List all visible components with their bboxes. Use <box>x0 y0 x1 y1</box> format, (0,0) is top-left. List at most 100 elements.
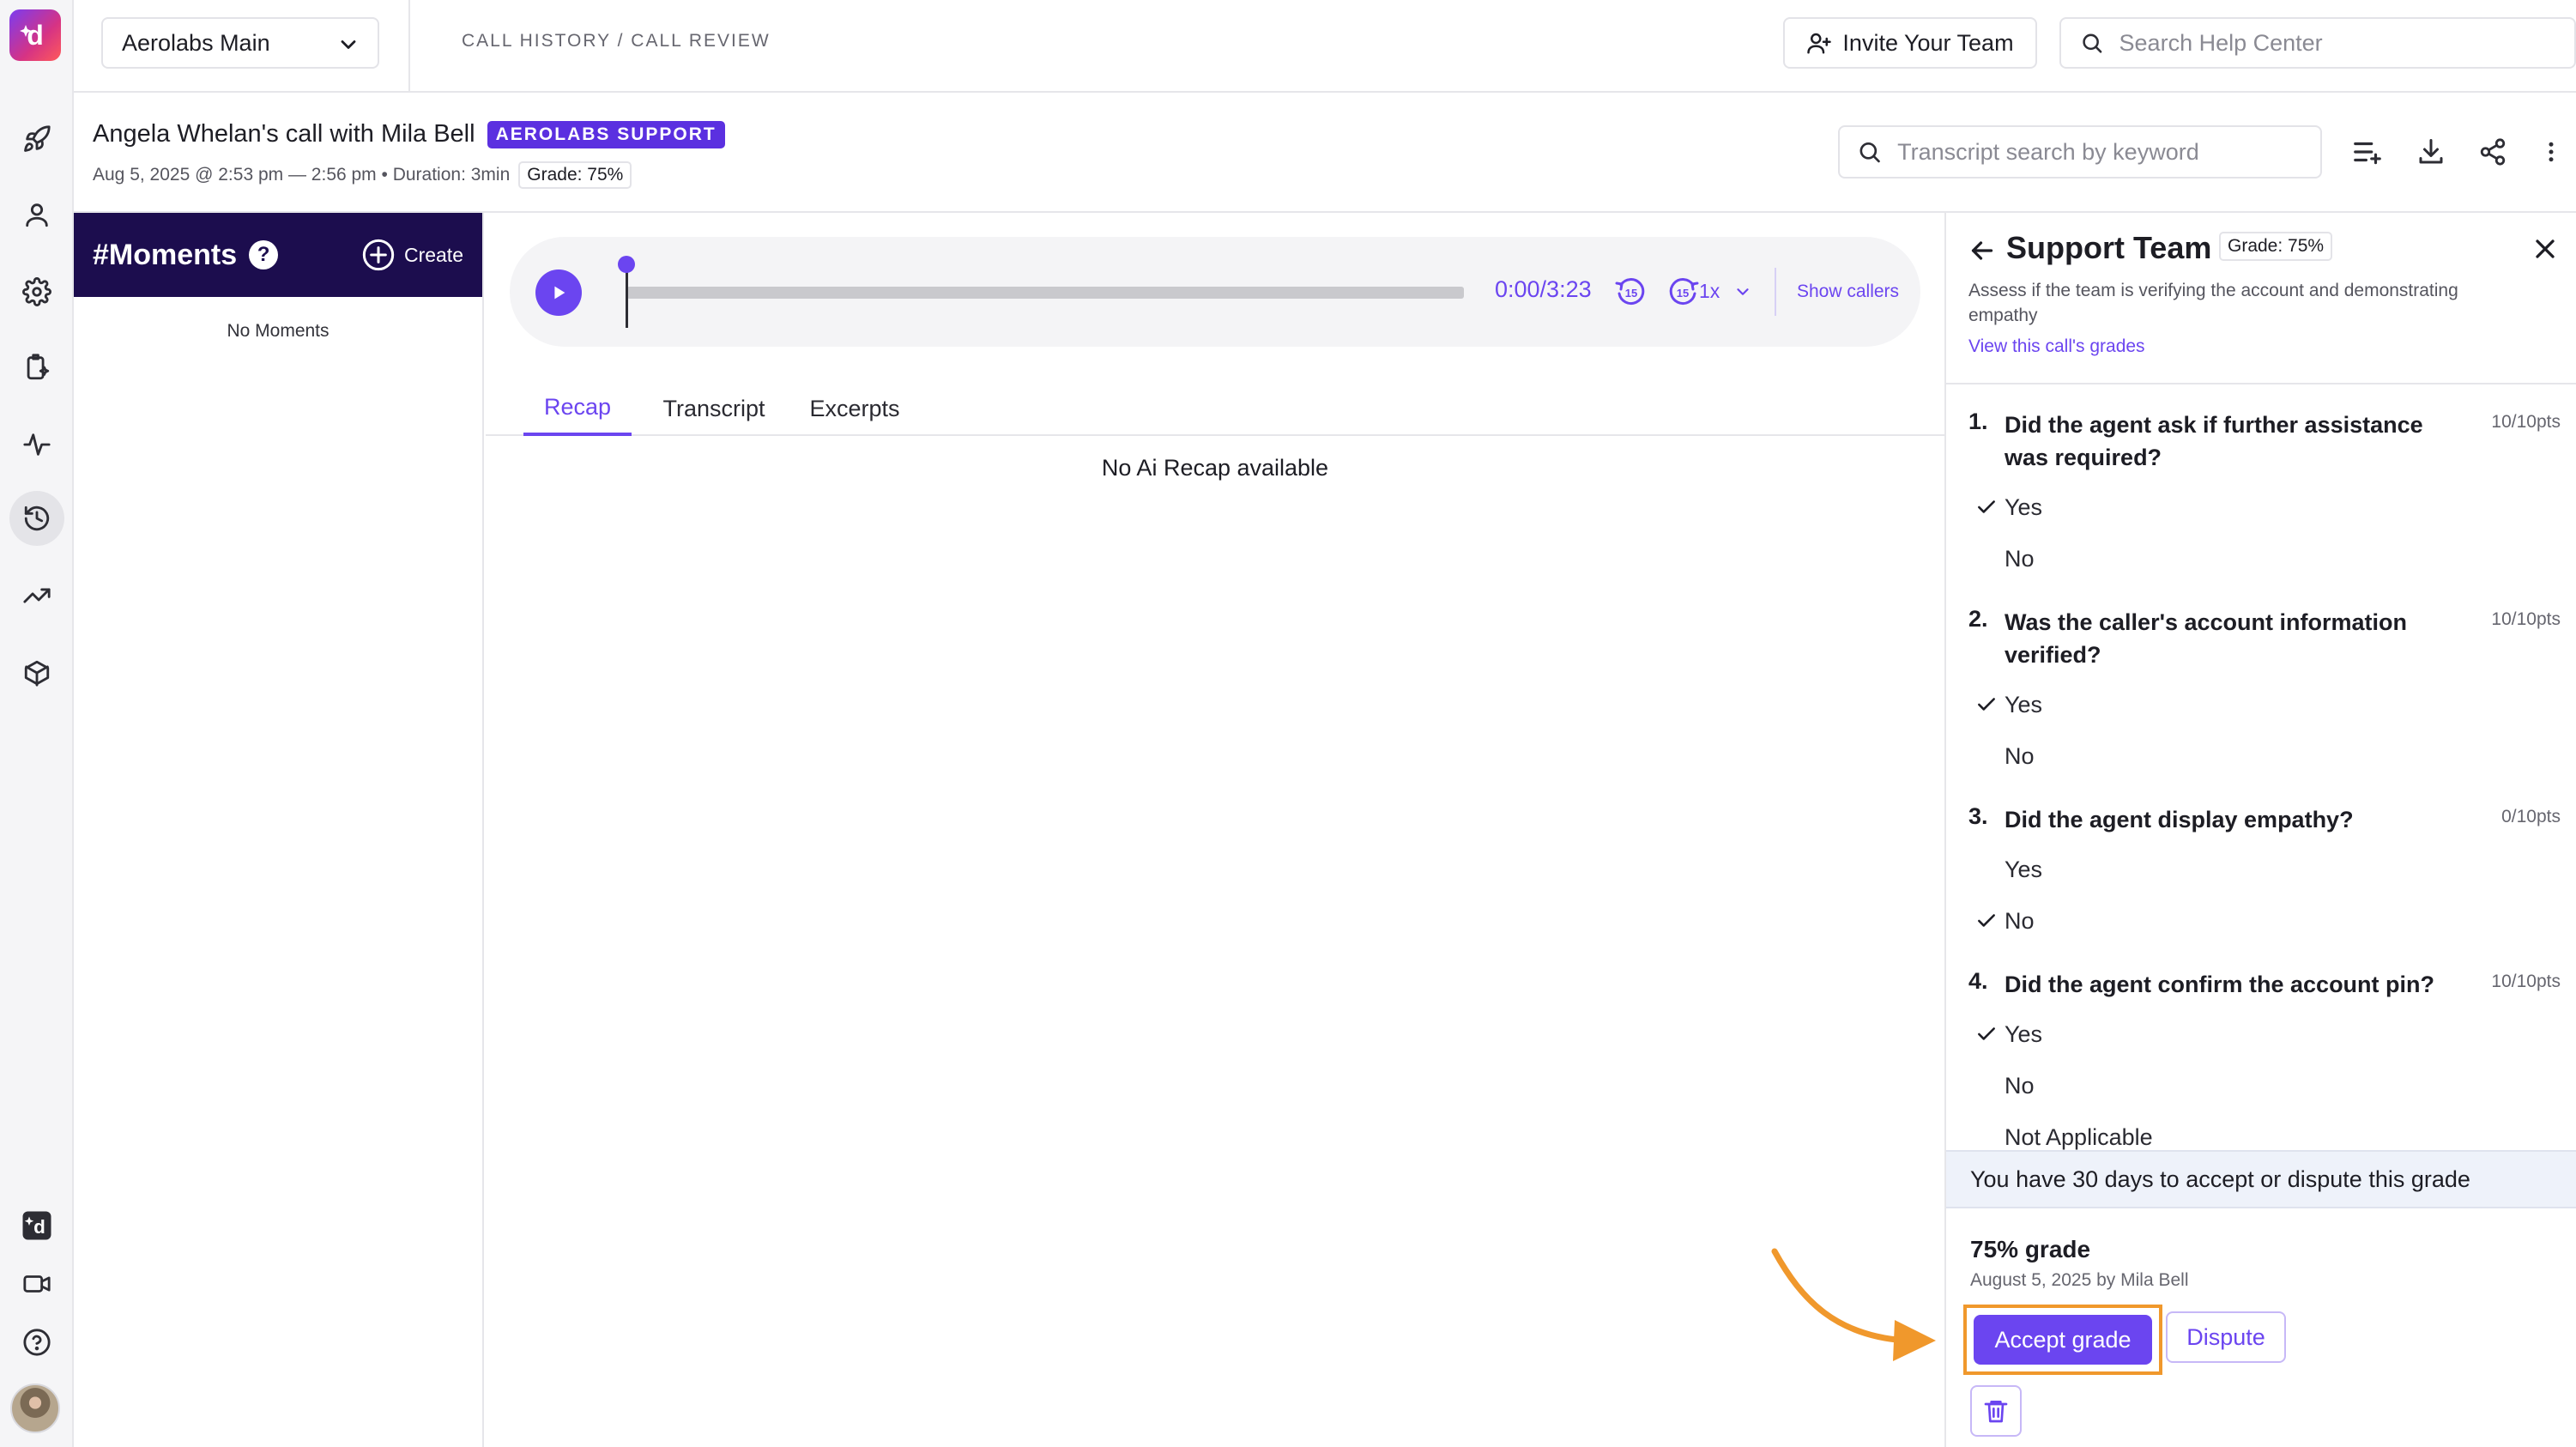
show-callers-link[interactable]: Show callers <box>1797 282 1899 302</box>
rocket-icon[interactable] <box>18 120 56 158</box>
help-search <box>2059 17 2576 69</box>
main-content: 0:00/3:23 15 15 1x Show callers Recap Tr… <box>486 213 1944 1447</box>
create-moment-label: Create <box>403 243 463 266</box>
question-points: 10/10pts <box>2491 609 2561 629</box>
create-moment-button[interactable]: Create <box>361 238 463 272</box>
user-icon[interactable] <box>18 196 56 233</box>
tab-excerpts[interactable]: Excerpts <box>793 381 916 436</box>
search-icon <box>2083 33 2102 53</box>
question-number: 1. <box>1968 409 1988 434</box>
delete-button[interactable] <box>1970 1385 2022 1437</box>
question-number: 4. <box>1968 968 1988 994</box>
question-points: 0/10pts <box>2501 807 2561 826</box>
chevron-down-icon <box>341 40 356 49</box>
divider <box>408 0 410 93</box>
scorecard-title: Support Team <box>2006 230 2212 265</box>
check-icon <box>1978 914 1995 927</box>
call-meta-text: Aug 5, 2025 @ 2:53 pm — 2:56 pm • Durati… <box>93 165 511 185</box>
search-icon <box>1859 142 1880 163</box>
share-icon[interactable] <box>2473 132 2513 172</box>
call-header: Angela Whelan's call with Mila Bell AERO… <box>74 93 2576 213</box>
tab-recap[interactable]: Recap <box>523 381 632 436</box>
option-yes[interactable]: Yes <box>2005 1021 2042 1048</box>
check-icon <box>1978 698 1995 711</box>
dialpad-icon[interactable]: d <box>18 1207 56 1244</box>
package-icon[interactable] <box>18 654 56 692</box>
avatar[interactable] <box>10 1383 60 1433</box>
transcript-search-input[interactable] <box>1897 138 2303 166</box>
option-no[interactable]: No <box>2005 546 2035 572</box>
option-no[interactable]: No <box>2005 1073 2035 1099</box>
invite-team-button[interactable]: Invite Your Team <box>1783 17 2037 69</box>
question-number: 2. <box>1968 606 1988 632</box>
call-meta: Aug 5, 2025 @ 2:53 pm — 2:56 pm • Durati… <box>93 161 632 189</box>
accept-grade-button[interactable]: Accept grade <box>1974 1315 2152 1365</box>
help-icon[interactable] <box>18 1323 56 1361</box>
question-points: 10/10pts <box>2491 972 2561 991</box>
option-yes[interactable]: Yes <box>2005 857 2042 883</box>
question-number: 3. <box>1968 803 1988 829</box>
dispute-button[interactable]: Dispute <box>2166 1311 2286 1363</box>
nav-rail: d d <box>0 0 74 1447</box>
add-to-playlist-icon[interactable] <box>2348 132 2387 172</box>
playback-time: 0:00/3:23 <box>1495 276 1592 302</box>
question-text: Was the caller's account information ver… <box>2005 609 2408 668</box>
question-text: Did the agent display empathy? <box>2005 807 2354 832</box>
call-title: Angela Whelan's call with Mila Bell <box>93 120 475 148</box>
call-grade-badge: Grade: 75% <box>518 161 632 189</box>
history-icon[interactable] <box>9 491 64 546</box>
team-tag[interactable]: AEROLABS SUPPORT <box>487 120 725 148</box>
activity-icon[interactable] <box>18 426 56 463</box>
transcript-search <box>1838 125 2322 179</box>
trash-icon <box>1984 1401 2008 1423</box>
logo-icon[interactable]: d <box>9 9 61 61</box>
breadcrumb: CALL HISTORY / CALL REVIEW <box>462 31 771 51</box>
more-options-icon[interactable] <box>2531 132 2571 172</box>
check-icon <box>1978 1027 1995 1040</box>
svg-text:d: d <box>33 1216 45 1238</box>
check-icon <box>1978 500 1995 513</box>
skip-back-seconds: 15 <box>1625 287 1637 300</box>
question-text: Did the agent confirm the account pin? <box>2005 972 2435 997</box>
speed-value: 1x <box>1699 280 1720 302</box>
moments-empty: No Moments <box>227 321 330 341</box>
option-no[interactable]: No <box>2005 743 2035 770</box>
arrow-left-icon[interactable] <box>1967 235 1998 266</box>
close-icon[interactable] <box>2530 233 2561 264</box>
accept-highlight: Accept grade <box>1963 1305 2162 1375</box>
moments-title: #Moments <box>93 238 238 271</box>
skip-back-icon[interactable]: 15 <box>1613 275 1648 309</box>
moments-panel: #Moments ? Create No Moments <box>74 213 484 1447</box>
svg-text:d: d <box>27 20 44 51</box>
moments-help-icon[interactable]: ? <box>249 240 279 269</box>
option-not-applicable[interactable]: Not Applicable <box>2005 1124 2153 1150</box>
speed-select[interactable]: 1x <box>1699 280 1752 303</box>
option-yes[interactable]: Yes <box>2005 494 2042 521</box>
question-list[interactable]: 1. Did the agent ask if further assistan… <box>1946 386 2576 1150</box>
trending-icon[interactable] <box>18 577 56 615</box>
audio-player: 0:00/3:23 15 15 1x Show callers <box>510 237 1920 347</box>
question-text: Did the agent ask if further assistance … <box>2005 412 2423 470</box>
call-title-row: Angela Whelan's call with Mila Bell AERO… <box>93 120 725 148</box>
progress-track[interactable] <box>626 287 1464 299</box>
scorecard-panel: Support Team Grade: 75% Assess if the te… <box>1944 213 2576 1447</box>
workspace-select[interactable]: Aerolabs Main <box>101 17 379 69</box>
play-button[interactable] <box>535 269 582 316</box>
view-grades-link[interactable]: View this call's grades <box>1968 336 2145 357</box>
recap-empty: No Ai Recap available <box>1101 455 1329 481</box>
scorecard-description: Assess if the team is verifying the acco… <box>1968 281 2458 325</box>
download-icon[interactable] <box>2411 132 2451 172</box>
option-no[interactable]: No <box>2005 908 2035 935</box>
video-icon[interactable] <box>18 1265 56 1303</box>
tab-transcript[interactable]: Transcript <box>645 381 783 436</box>
scorecard-grade-badge: Grade: 75% <box>2219 232 2333 261</box>
help-search-input[interactable] <box>2119 29 2555 57</box>
question-points: 10/10pts <box>2491 412 2561 432</box>
option-yes[interactable]: Yes <box>2005 692 2042 718</box>
skip-forward-icon[interactable]: 15 <box>1666 275 1701 309</box>
gear-icon[interactable] <box>18 273 56 311</box>
clipboard-sparkle-icon[interactable] <box>18 348 56 386</box>
chevron-down-icon <box>1737 288 1749 295</box>
playhead-handle[interactable] <box>618 256 635 273</box>
content-tabs: Recap Transcript Excerpts <box>486 381 1944 436</box>
